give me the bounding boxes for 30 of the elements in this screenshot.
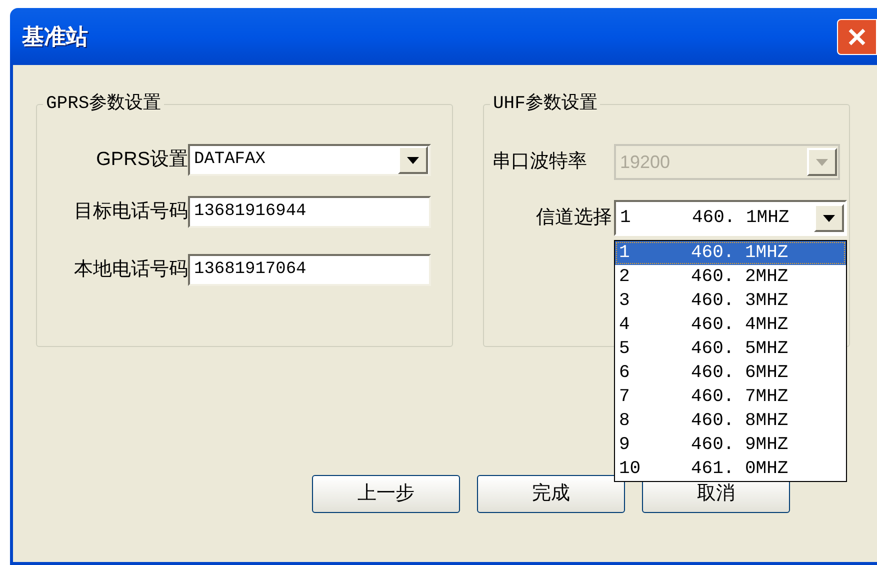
channel-option[interactable]: 4 460. 4MHZ (615, 313, 846, 337)
dropdown-arrow-button[interactable] (398, 146, 428, 174)
field-label: 目标电话号码 (74, 200, 188, 224)
caret-icon (823, 214, 835, 222)
dialog-button[interactable]: 上一步 (312, 475, 460, 513)
channel-option[interactable]: 3 460. 3MHZ (615, 289, 846, 313)
phone-input-field[interactable]: 13681916944 (188, 196, 431, 228)
baud-rate-label: 串口波特率 (492, 150, 588, 174)
phone-input-field[interactable]: 13681917064 (188, 254, 431, 286)
close-icon (847, 26, 867, 46)
channel-option[interactable]: 6 460. 6MHZ (615, 361, 846, 385)
window-title: 基准站 (22, 23, 88, 51)
field-label: 本地电话号码 (74, 258, 188, 282)
dropdown-arrow-button[interactable] (814, 204, 844, 232)
group-title: GPRS参数设置 (45, 92, 162, 116)
channel-label: 信道选择 (535, 206, 613, 230)
channel-option[interactable]: 2 460. 2MHZ (615, 265, 846, 289)
channel-option[interactable]: 8 460. 8MHZ (615, 409, 846, 433)
channel-option[interactable]: 1 460. 1MHZ (615, 241, 846, 265)
dialog-button[interactable]: 完成 (477, 475, 625, 513)
caret-icon (816, 158, 828, 166)
field-label: GPRS设置 (96, 148, 188, 172)
channel-dropdown[interactable]: 1 460. 1MHZ (614, 200, 847, 236)
gprs-dropdown[interactable]: DATAFAX (188, 144, 431, 176)
group-title: UHF参数设置 (492, 92, 598, 116)
channel-option[interactable]: 9 460. 9MHZ (615, 433, 846, 457)
caret-icon (407, 156, 419, 164)
channel-option[interactable]: 5 460. 5MHZ (615, 337, 846, 361)
channel-option[interactable]: 7 460. 7MHZ (615, 385, 846, 409)
close-button[interactable] (837, 18, 877, 54)
